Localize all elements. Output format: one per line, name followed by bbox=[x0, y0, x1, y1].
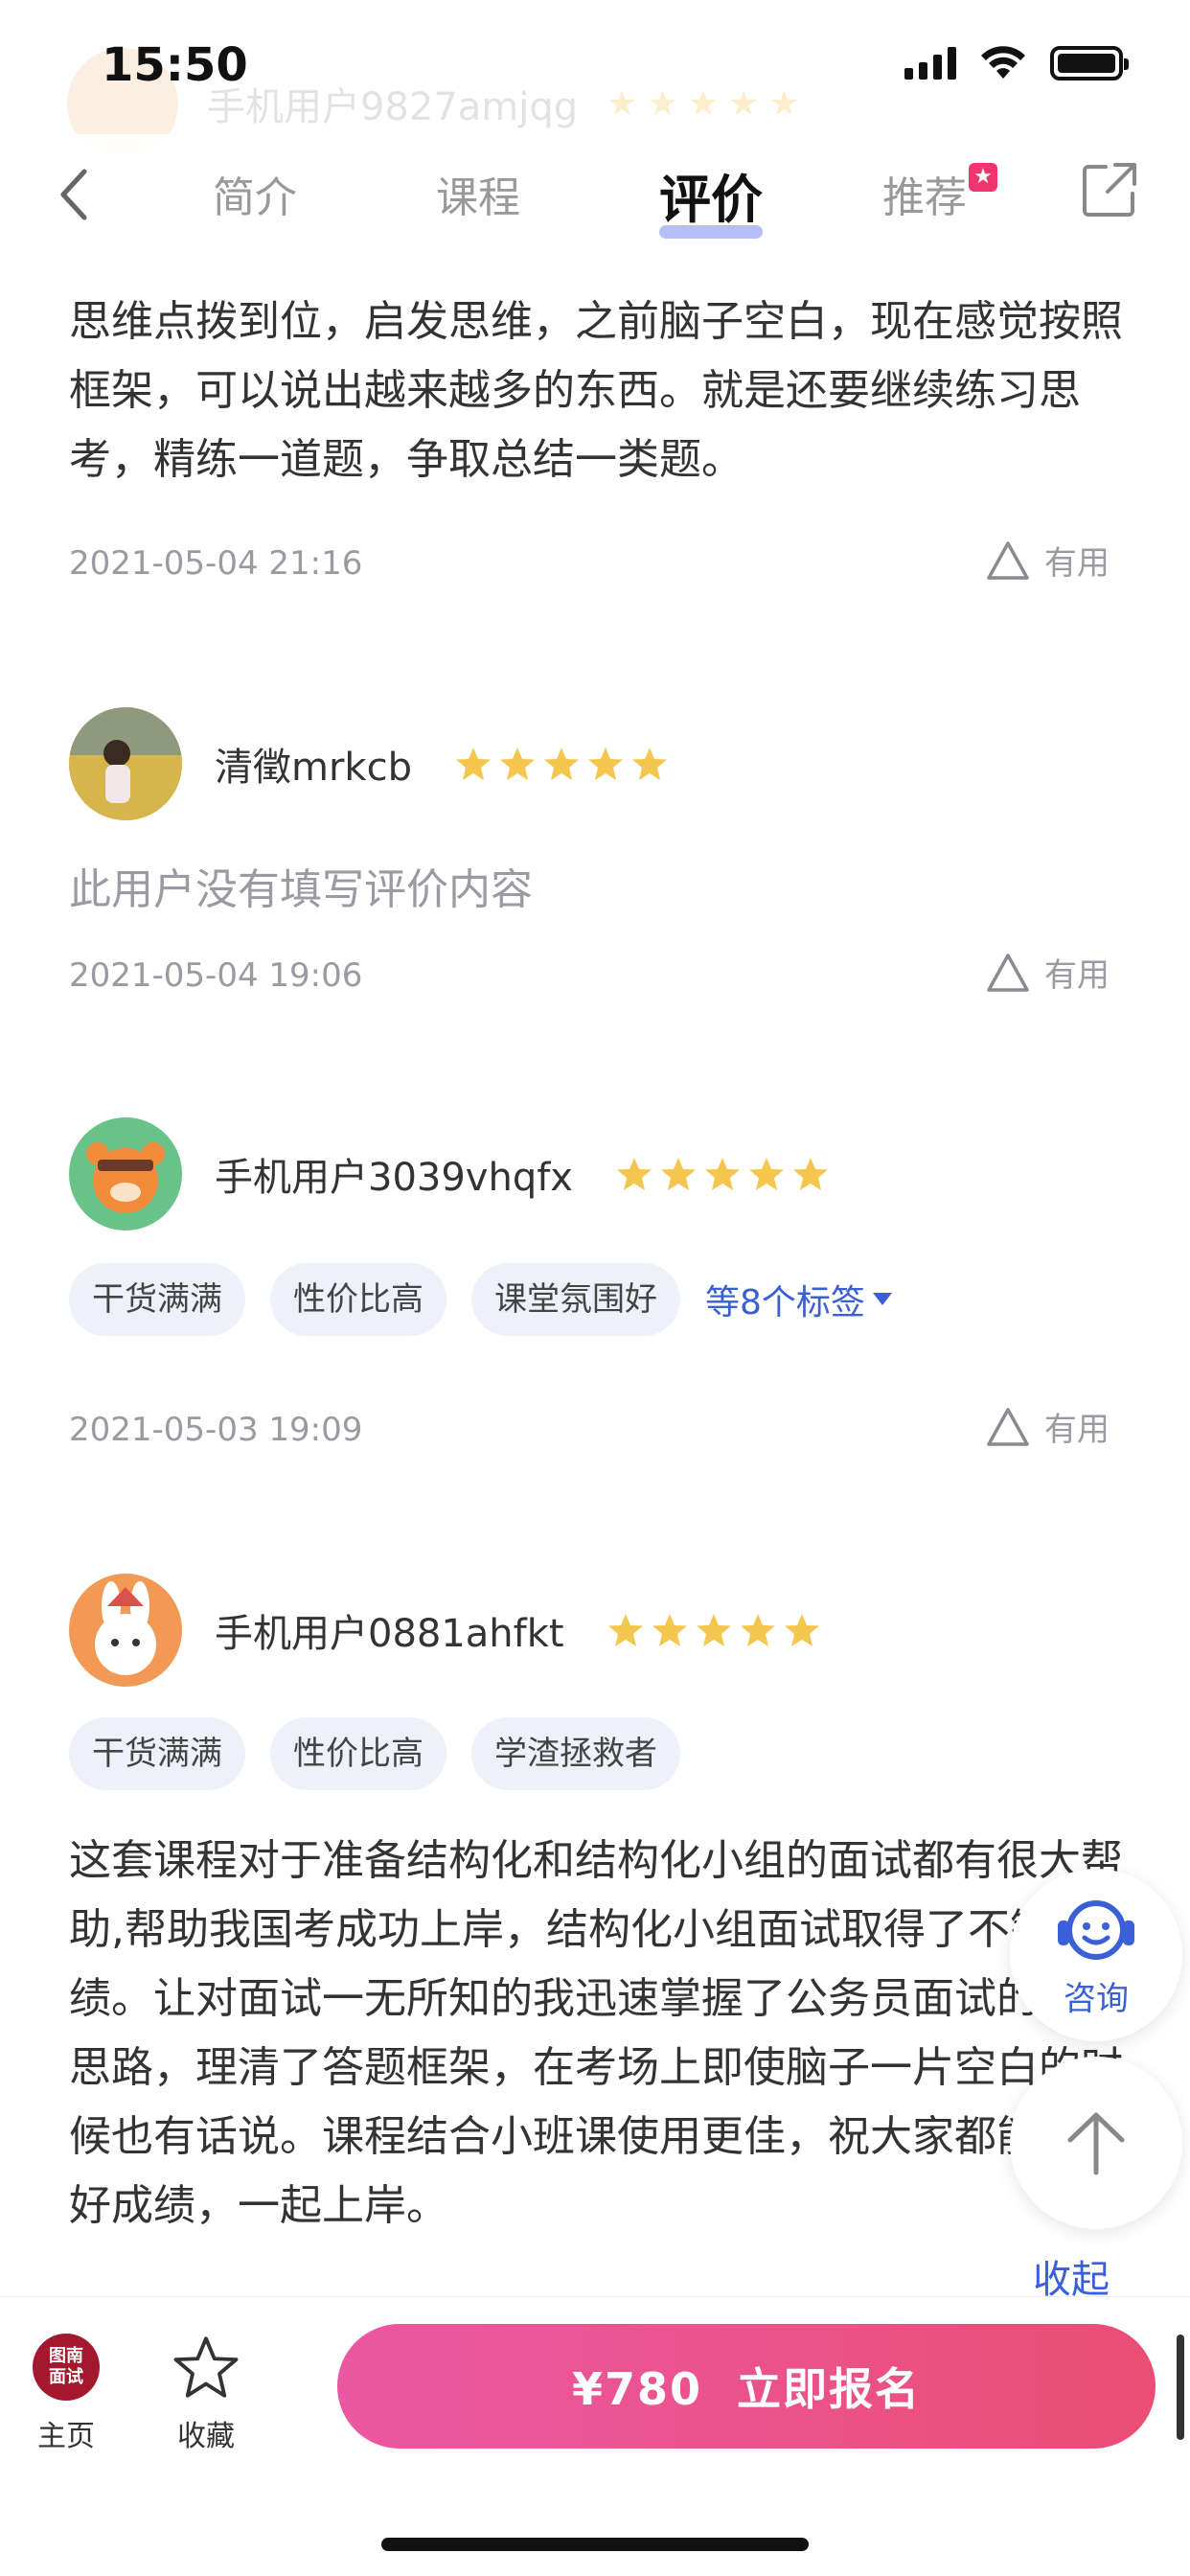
star-icon bbox=[748, 1158, 784, 1190]
rating-stars: ★★★★★ bbox=[606, 83, 810, 124]
bottom-action-bar: 图南 面试 主页 收藏 ¥780 立即报名 bbox=[0, 2296, 1190, 2576]
more-tags-toggle[interactable]: 等8个标签 bbox=[705, 1275, 892, 1324]
review-user-row: 手机用户3039vhqfx bbox=[69, 1117, 830, 1230]
signup-button[interactable]: ¥780 立即报名 bbox=[337, 2324, 1156, 2449]
review-tags: 干货满满 性价比高 学渣拯救者 bbox=[69, 1717, 680, 1790]
avatar[interactable] bbox=[69, 1574, 182, 1687]
review-tag: 干货满满 bbox=[69, 1717, 245, 1790]
useful-label: 有用 bbox=[1044, 956, 1110, 995]
star-outline-icon bbox=[173, 2336, 239, 2398]
review-tag: 性价比高 bbox=[270, 1263, 446, 1336]
favorite-button[interactable]: 收藏 bbox=[172, 2334, 240, 2454]
review-tags: 干货满满 性价比高 课堂氛围好 等8个标签 bbox=[69, 1263, 892, 1336]
useful-label: 有用 bbox=[1044, 1411, 1110, 1449]
star-icon bbox=[740, 1614, 775, 1646]
star-icon bbox=[543, 748, 579, 780]
rating-stars bbox=[606, 1611, 821, 1649]
chevron-left-icon bbox=[60, 169, 87, 220]
status-bar: 手机用户9827amjqg ★★★★★ 15:50 bbox=[0, 0, 1190, 159]
share-button[interactable] bbox=[1081, 161, 1138, 218]
review-list: 思维点拨到位，启发思维，之前脑子空白，现在感觉按照框架，可以说出越来越多的东西。… bbox=[23, 259, 1167, 2302]
review-username: 手机用户0881ahfkt bbox=[215, 1612, 564, 1656]
tab-label: 简介 bbox=[213, 173, 297, 222]
tab-label: 推荐 bbox=[882, 173, 967, 222]
rating-stars bbox=[454, 745, 669, 783]
tab-bar: 简介 课程 评价 推荐 ★ bbox=[213, 163, 1106, 239]
review-user-row: 清徵mrkcb bbox=[69, 707, 669, 820]
consult-label: 咨询 bbox=[1064, 1979, 1129, 2018]
tab-recommend[interactable]: 推荐 ★ bbox=[882, 163, 1106, 239]
consult-button[interactable]: 咨询 bbox=[1010, 1869, 1182, 2041]
review-tag: 性价比高 bbox=[270, 1717, 446, 1790]
status-time: 15:50 bbox=[102, 38, 248, 92]
favorite-label: 收藏 bbox=[177, 2420, 235, 2453]
caret-down-icon bbox=[872, 1293, 892, 1305]
review-user-row: 手机用户0881ahfkt bbox=[69, 1574, 821, 1687]
useful-button[interactable]: 有用 bbox=[985, 537, 1110, 584]
home-button[interactable]: 图南 面试 主页 bbox=[33, 2334, 100, 2454]
tab-intro[interactable]: 简介 bbox=[213, 163, 436, 239]
course-header: 简介 课程 评价 推荐 ★ bbox=[0, 134, 1190, 259]
back-button[interactable] bbox=[50, 161, 98, 228]
review-date: 2021-05-03 19:09 bbox=[69, 1411, 363, 1449]
star-icon bbox=[696, 1614, 731, 1646]
star-icon bbox=[455, 748, 491, 780]
review-text: 这套课程对于准备结构化和结构化小组的面试都有很大帮助,帮助我国考成功上岸，结构化… bbox=[69, 1836, 1136, 2230]
review-username: 清徵mrkcb bbox=[215, 746, 412, 790]
star-icon bbox=[652, 1614, 687, 1646]
review-date: 2021-05-04 19:06 bbox=[69, 956, 363, 995]
star-icon bbox=[631, 748, 667, 780]
star-badge-icon: ★ bbox=[969, 163, 997, 192]
star-icon bbox=[607, 1614, 643, 1646]
thumb-up-icon bbox=[987, 953, 1029, 992]
tab-label: 评价 bbox=[659, 170, 763, 230]
back-to-top-button[interactable] bbox=[1010, 2057, 1182, 2229]
review-empty-text: 此用户没有填写评价内容 bbox=[69, 865, 533, 914]
status-icons bbox=[904, 46, 1129, 80]
arrow-up-icon bbox=[1067, 2112, 1125, 2175]
tab-label: 课程 bbox=[436, 173, 520, 222]
review-tag: 干货满满 bbox=[69, 1263, 245, 1336]
useful-label: 有用 bbox=[1044, 544, 1110, 583]
review-tag: 课堂氛围好 bbox=[471, 1263, 680, 1336]
ghost-username: 手机用户9827amjqg bbox=[207, 85, 579, 129]
tab-course[interactable]: 课程 bbox=[436, 163, 659, 239]
signal-icon bbox=[904, 47, 956, 80]
review-tag: 学渣拯救者 bbox=[471, 1717, 680, 1790]
review-text: 思维点拨到位，启发思维，之前脑子空白，现在感觉按照框架，可以说出越来越多的东西。… bbox=[69, 297, 1123, 484]
star-icon bbox=[784, 1614, 819, 1646]
home-indicator[interactable] bbox=[381, 2538, 809, 2551]
share-icon bbox=[1083, 163, 1136, 217]
star-icon bbox=[499, 748, 535, 780]
signup-label: ¥780 立即报名 bbox=[571, 2363, 922, 2415]
review-date: 2021-05-04 21:16 bbox=[69, 544, 363, 583]
star-icon bbox=[660, 1158, 696, 1190]
star-icon bbox=[704, 1158, 740, 1190]
brand-logo-text: 图南 面试 bbox=[49, 2346, 83, 2387]
home-label: 主页 bbox=[37, 2420, 95, 2453]
tab-reviews[interactable]: 评价 bbox=[659, 157, 882, 239]
star-icon bbox=[587, 748, 623, 780]
battery-icon bbox=[1050, 46, 1129, 80]
useful-button[interactable]: 有用 bbox=[985, 1403, 1110, 1450]
thumb-up-icon bbox=[987, 1407, 1029, 1446]
scrollbar[interactable] bbox=[1177, 2334, 1184, 2440]
thumb-up-icon bbox=[987, 540, 1029, 580]
wifi-icon bbox=[981, 46, 1025, 79]
review-username: 手机用户3039vhqfx bbox=[215, 1156, 573, 1200]
avatar[interactable] bbox=[69, 707, 182, 820]
star-icon bbox=[616, 1158, 652, 1190]
customer-service-icon bbox=[1058, 1899, 1134, 1960]
avatar[interactable] bbox=[69, 1117, 182, 1230]
rating-stars bbox=[615, 1155, 830, 1193]
more-tags-label: 等8个标签 bbox=[705, 1283, 865, 1322]
useful-button[interactable]: 有用 bbox=[985, 949, 1110, 996]
star-icon bbox=[792, 1158, 828, 1190]
brand-logo: 图南 面试 bbox=[33, 2334, 100, 2401]
